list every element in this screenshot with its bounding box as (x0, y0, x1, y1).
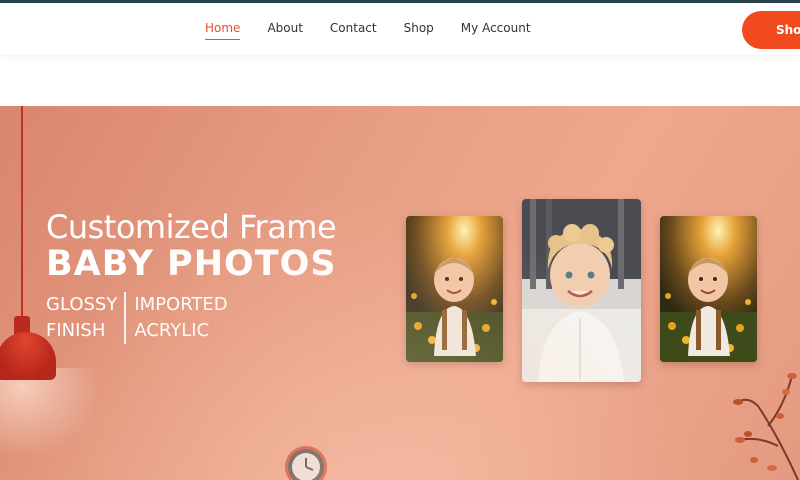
baby-photo-left-image (406, 216, 503, 362)
nav-link-about[interactable]: About (267, 21, 302, 40)
hero-banner[interactable]: Customized Frame BABY PHOTOS GLOSSY FINI… (0, 106, 800, 480)
site-header: Home About Contact Shop My Account Shop (0, 3, 800, 55)
baby-photo-frame-left (406, 216, 503, 362)
feature-left-line1: GLOSSY (46, 294, 118, 315)
main-nav: Home About Contact Shop My Account (205, 21, 558, 40)
feature-right-line1: IMPORTED (134, 294, 228, 315)
baby-photo-right-image (660, 216, 757, 362)
shop-now-button[interactable]: Shop (742, 11, 800, 49)
wall-clock-icon (285, 446, 327, 480)
pendant-lamp-icon (0, 332, 56, 380)
nav-link-shop[interactable]: Shop (404, 21, 434, 40)
baby-photo-frame-right (660, 216, 757, 362)
hero-title-line2: BABY PHOTOS (46, 244, 337, 284)
autumn-branch-icon (733, 373, 799, 480)
baby-photo-center-image (522, 199, 641, 382)
hero-features: GLOSSY FINISH IMPORTED ACRYLIC (46, 292, 228, 344)
nav-link-home[interactable]: Home (205, 21, 241, 40)
lamp-cord (21, 106, 23, 318)
lamp-neck (14, 316, 30, 334)
feature-glossy-finish: GLOSSY FINISH (46, 292, 124, 344)
feature-imported-acrylic: IMPORTED ACRYLIC (124, 292, 228, 344)
nav-link-my-account[interactable]: My Account (461, 21, 531, 40)
baby-photo-frame-center (522, 199, 641, 382)
lamp-light-glow (0, 368, 100, 458)
hero-title-line1: Customized Frame (46, 208, 337, 246)
nav-link-contact[interactable]: Contact (330, 21, 377, 40)
hero-headline: Customized Frame BABY PHOTOS (46, 210, 337, 284)
feature-left-line2: FINISH (46, 320, 106, 341)
feature-right-line2: ACRYLIC (134, 320, 210, 341)
